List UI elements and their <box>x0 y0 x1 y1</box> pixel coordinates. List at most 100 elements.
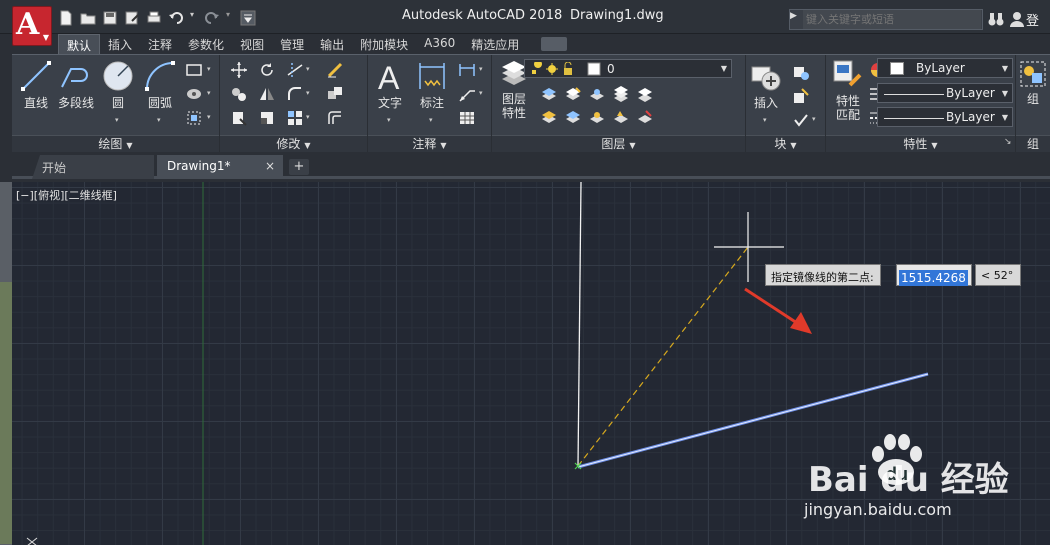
search-input[interactable] <box>803 10 981 29</box>
layer-tool-2-icon[interactable] <box>564 86 582 104</box>
tab-a360[interactable]: A360 <box>416 34 463 54</box>
tab-parametric[interactable]: 参数化 <box>180 34 232 54</box>
insert-block-button[interactable]: 插入 ▾ <box>746 59 786 124</box>
hatch-icon[interactable] <box>185 85 203 103</box>
erase-icon[interactable] <box>326 61 344 79</box>
redo-dropdown-icon[interactable]: ▾ <box>226 10 234 26</box>
rotate-icon[interactable] <box>258 61 276 79</box>
explode-icon[interactable] <box>326 85 344 103</box>
fillet-icon[interactable] <box>286 85 304 103</box>
viewport-controls[interactable]: [−][俯视][二维线框] <box>16 187 117 203</box>
edit-block-icon[interactable] <box>792 87 810 105</box>
tab-output[interactable]: 输出 <box>312 34 352 54</box>
open-folder-icon[interactable] <box>80 10 96 26</box>
panel-block-title[interactable]: 块 ▼ <box>746 135 825 153</box>
polyline-button[interactable]: 多段线 <box>54 59 98 110</box>
tab-default[interactable]: 默认 <box>58 34 101 54</box>
line-button[interactable]: 直线 <box>16 59 56 110</box>
undo-icon[interactable] <box>168 10 184 26</box>
match-properties-button[interactable]: 特性 匹配 <box>828 59 868 122</box>
circle-dropdown-icon[interactable]: ▾ <box>115 116 119 124</box>
offset-icon[interactable] <box>326 109 344 127</box>
arc-button[interactable]: 圆弧 ▾ <box>140 59 180 124</box>
linear-dimension-dropdown-icon[interactable]: ▾ <box>479 65 483 73</box>
linear-dimension-icon[interactable] <box>458 61 476 79</box>
tab-manage[interactable]: 管理 <box>272 34 312 54</box>
trim-dropdown-icon[interactable]: ▾ <box>306 65 310 73</box>
stretch-icon[interactable] <box>230 109 248 127</box>
array-dropdown-icon[interactable]: ▾ <box>306 113 310 121</box>
search-expand-icon[interactable]: ▶ <box>790 11 797 21</box>
tab-insert[interactable]: 插入 <box>100 34 140 54</box>
layer-tool-1-icon[interactable] <box>540 86 558 104</box>
block-attributes-icon[interactable] <box>792 111 810 129</box>
application-menu-button[interactable]: A ▼ <box>12 6 52 46</box>
redo-icon[interactable] <box>204 10 220 26</box>
rectangle-icon[interactable] <box>185 61 203 79</box>
undo-dropdown-icon[interactable]: ▾ <box>190 10 198 26</box>
create-block-icon[interactable] <box>792 63 810 81</box>
table-icon[interactable] <box>458 109 476 127</box>
text-dropdown-icon[interactable]: ▾ <box>387 116 391 124</box>
dynamic-input-distance-field[interactable]: 1515.4268 <box>896 264 972 286</box>
leader-dropdown-icon[interactable]: ▾ <box>479 89 483 97</box>
tab-drawing1[interactable]: Drawing1* × <box>157 155 283 179</box>
insert-dropdown-icon[interactable]: ▾ <box>763 116 767 124</box>
fillet-dropdown-icon[interactable]: ▾ <box>306 89 310 97</box>
copy-icon[interactable] <box>230 85 248 103</box>
arc-dropdown-icon[interactable]: ▾ <box>157 116 161 124</box>
panel-draw-title[interactable]: 绘图 ▼ <box>12 135 219 153</box>
layer-tool-8-icon[interactable] <box>588 109 606 127</box>
layer-dropdown[interactable]: 0 ▼ <box>524 59 732 78</box>
text-button[interactable]: A 文字 ▾ <box>370 59 410 124</box>
linetype-dropdown[interactable]: ByLayer ▼ <box>877 83 1013 103</box>
boundary-dropdown-icon[interactable]: ▾ <box>207 113 211 121</box>
save-icon[interactable] <box>102 10 118 26</box>
layer-tool-5-icon[interactable] <box>636 86 654 104</box>
panel-properties-title[interactable]: 特性 ▼ <box>826 135 1015 153</box>
tab-annotate[interactable]: 注释 <box>140 34 180 54</box>
new-file-icon[interactable] <box>58 10 74 26</box>
rectangle-dropdown-icon[interactable]: ▾ <box>207 65 211 73</box>
layer-tool-9-icon[interactable] <box>612 109 630 127</box>
layer-tool-3-icon[interactable] <box>588 86 606 104</box>
color-dropdown[interactable]: ByLayer ▼ <box>877 58 1013 78</box>
user-icon[interactable] <box>1010 11 1024 27</box>
trim-icon[interactable] <box>286 61 304 79</box>
layer-tool-4-icon[interactable] <box>612 86 630 104</box>
customize-toolbar-icon[interactable] <box>240 10 256 26</box>
ribbon-options-icon[interactable] <box>541 37 568 51</box>
panel-annotation-title[interactable]: 注释 ▼ <box>368 135 491 153</box>
close-tab-icon[interactable]: × <box>265 159 275 173</box>
dynamic-input-angle-field[interactable]: < 52° <box>975 264 1021 286</box>
panel-layers-title[interactable]: 图层 ▼ <box>492 135 745 153</box>
new-tab-button[interactable]: + <box>289 159 309 175</box>
group-button[interactable]: 组 <box>1016 59 1050 106</box>
array-icon[interactable] <box>286 109 304 127</box>
circle-button[interactable]: 圆 ▾ <box>98 59 138 124</box>
binoculars-icon[interactable] <box>988 11 1004 27</box>
leader-icon[interactable] <box>458 85 476 103</box>
tab-addins[interactable]: 附加模块 <box>352 34 416 54</box>
layer-tool-7-icon[interactable] <box>564 109 582 127</box>
tab-view[interactable]: 视图 <box>232 34 272 54</box>
scale-icon[interactable] <box>258 109 276 127</box>
dimension-button[interactable]: 标注 ▾ <box>412 59 452 124</box>
boundary-icon[interactable] <box>185 109 203 127</box>
layer-tool-6-icon[interactable] <box>540 109 558 127</box>
print-icon[interactable] <box>146 10 162 26</box>
panel-groups-title[interactable]: 组 <box>1016 135 1050 153</box>
hatch-dropdown-icon[interactable]: ▾ <box>207 89 211 97</box>
panel-modify-title[interactable]: 修改 ▼ <box>220 135 367 153</box>
lineweight-dropdown[interactable]: ByLayer ▼ <box>877 107 1013 127</box>
move-icon[interactable] <box>230 61 248 79</box>
dimension-dropdown-icon[interactable]: ▾ <box>429 116 433 124</box>
block-attributes-dropdown-icon[interactable]: ▾ <box>812 115 816 123</box>
tab-featured-apps[interactable]: 精选应用 <box>463 34 527 54</box>
layer-tool-10-icon[interactable] <box>636 109 654 127</box>
mirror-icon[interactable] <box>258 85 276 103</box>
properties-launcher-icon[interactable]: ↘ <box>1004 137 1012 147</box>
login-label[interactable]: 登 <box>1026 10 1039 29</box>
tab-start[interactable]: 开始 <box>32 155 154 179</box>
save-as-icon[interactable] <box>124 10 140 26</box>
